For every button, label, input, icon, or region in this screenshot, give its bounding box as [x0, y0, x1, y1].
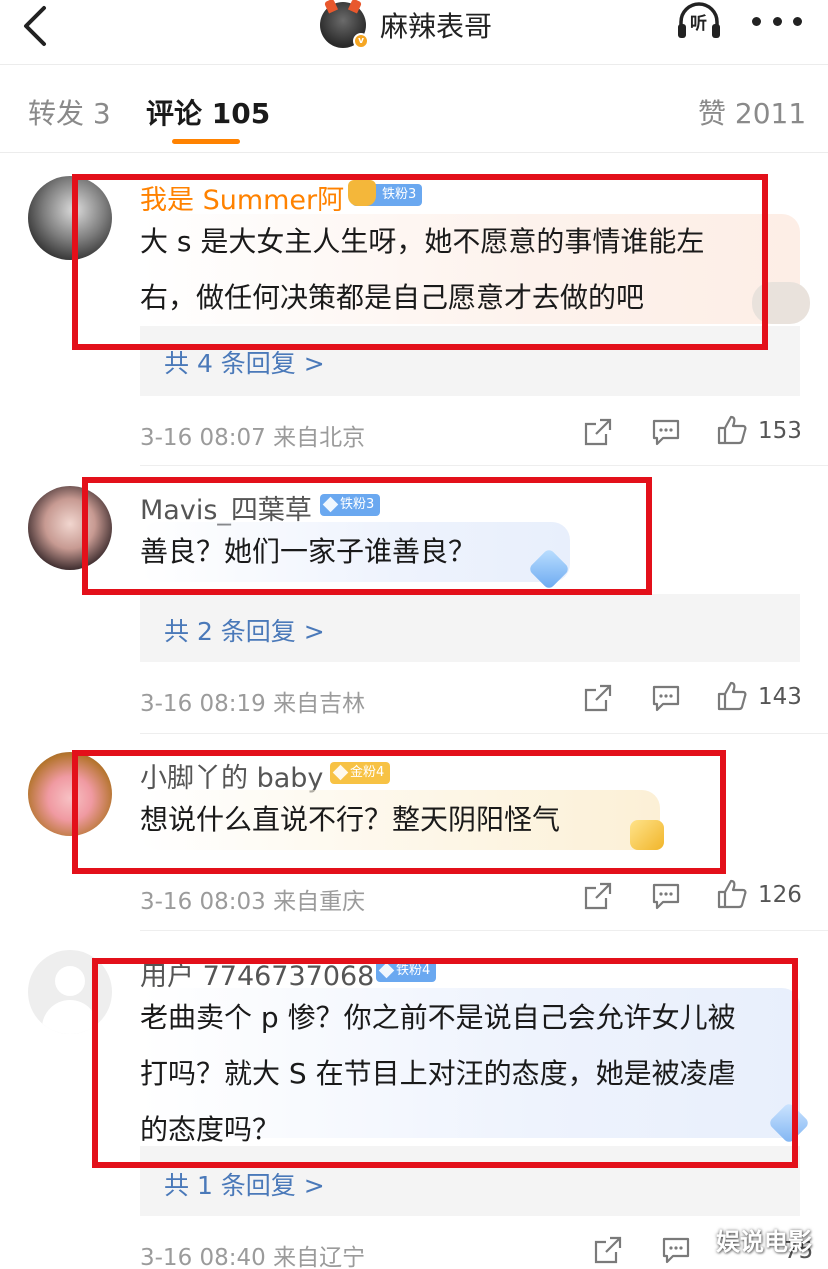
share-icon[interactable] — [582, 880, 614, 912]
divider — [140, 930, 828, 931]
page-title: 麻辣表哥 — [380, 10, 493, 43]
active-tab-indicator — [172, 139, 240, 144]
tab-repost[interactable]: 转发 3 — [28, 92, 111, 132]
more-icon[interactable] — [752, 6, 802, 36]
comment-icon[interactable] — [660, 1234, 692, 1266]
comment-meta: 3-16 08:19 来自吉林 — [140, 691, 366, 717]
comment-meta: 3-16 08:07 来自北京 — [140, 425, 366, 451]
highlight-box — [72, 174, 768, 350]
share-icon[interactable] — [582, 682, 614, 714]
tab-likes[interactable]: 赞 2011 — [698, 92, 806, 132]
comment-meta: 3-16 08:03 来自重庆 — [140, 889, 366, 915]
tab-comments[interactable]: 评论 105 — [146, 92, 270, 132]
divider — [0, 152, 828, 153]
share-icon[interactable] — [582, 416, 614, 448]
like-count: 126 — [758, 882, 802, 908]
like-count: 153 — [758, 418, 802, 444]
highlight-box — [72, 750, 726, 874]
default-user-icon — [55, 966, 85, 996]
watermark: 娱说电影 — [716, 1228, 812, 1256]
divider — [140, 733, 828, 734]
back-icon[interactable] — [18, 4, 54, 48]
comment-icon[interactable] — [650, 682, 682, 714]
like-icon[interactable] — [716, 414, 748, 446]
comment-icon[interactable] — [650, 416, 682, 448]
highlight-box — [82, 477, 652, 595]
listen-label: 听 — [690, 14, 707, 34]
verified-badge-icon: v — [353, 33, 369, 49]
author-avatar[interactable]: v — [320, 0, 369, 49]
like-count: 143 — [758, 684, 802, 710]
comment-icon[interactable] — [650, 880, 682, 912]
header-title-group[interactable]: v 麻辣表哥 — [320, 0, 493, 49]
reply-link[interactable]: 共 2 条回复 > — [140, 594, 800, 662]
share-icon[interactable] — [592, 1234, 624, 1266]
comment-meta: 3-16 08:40 来自辽宁 — [140, 1245, 366, 1269]
like-icon[interactable] — [716, 878, 748, 910]
divider — [140, 465, 828, 466]
like-icon[interactable] — [716, 680, 748, 712]
highlight-box — [92, 958, 798, 1168]
top-bar: v 麻辣表哥 听 — [0, 0, 828, 60]
divider — [0, 64, 828, 65]
